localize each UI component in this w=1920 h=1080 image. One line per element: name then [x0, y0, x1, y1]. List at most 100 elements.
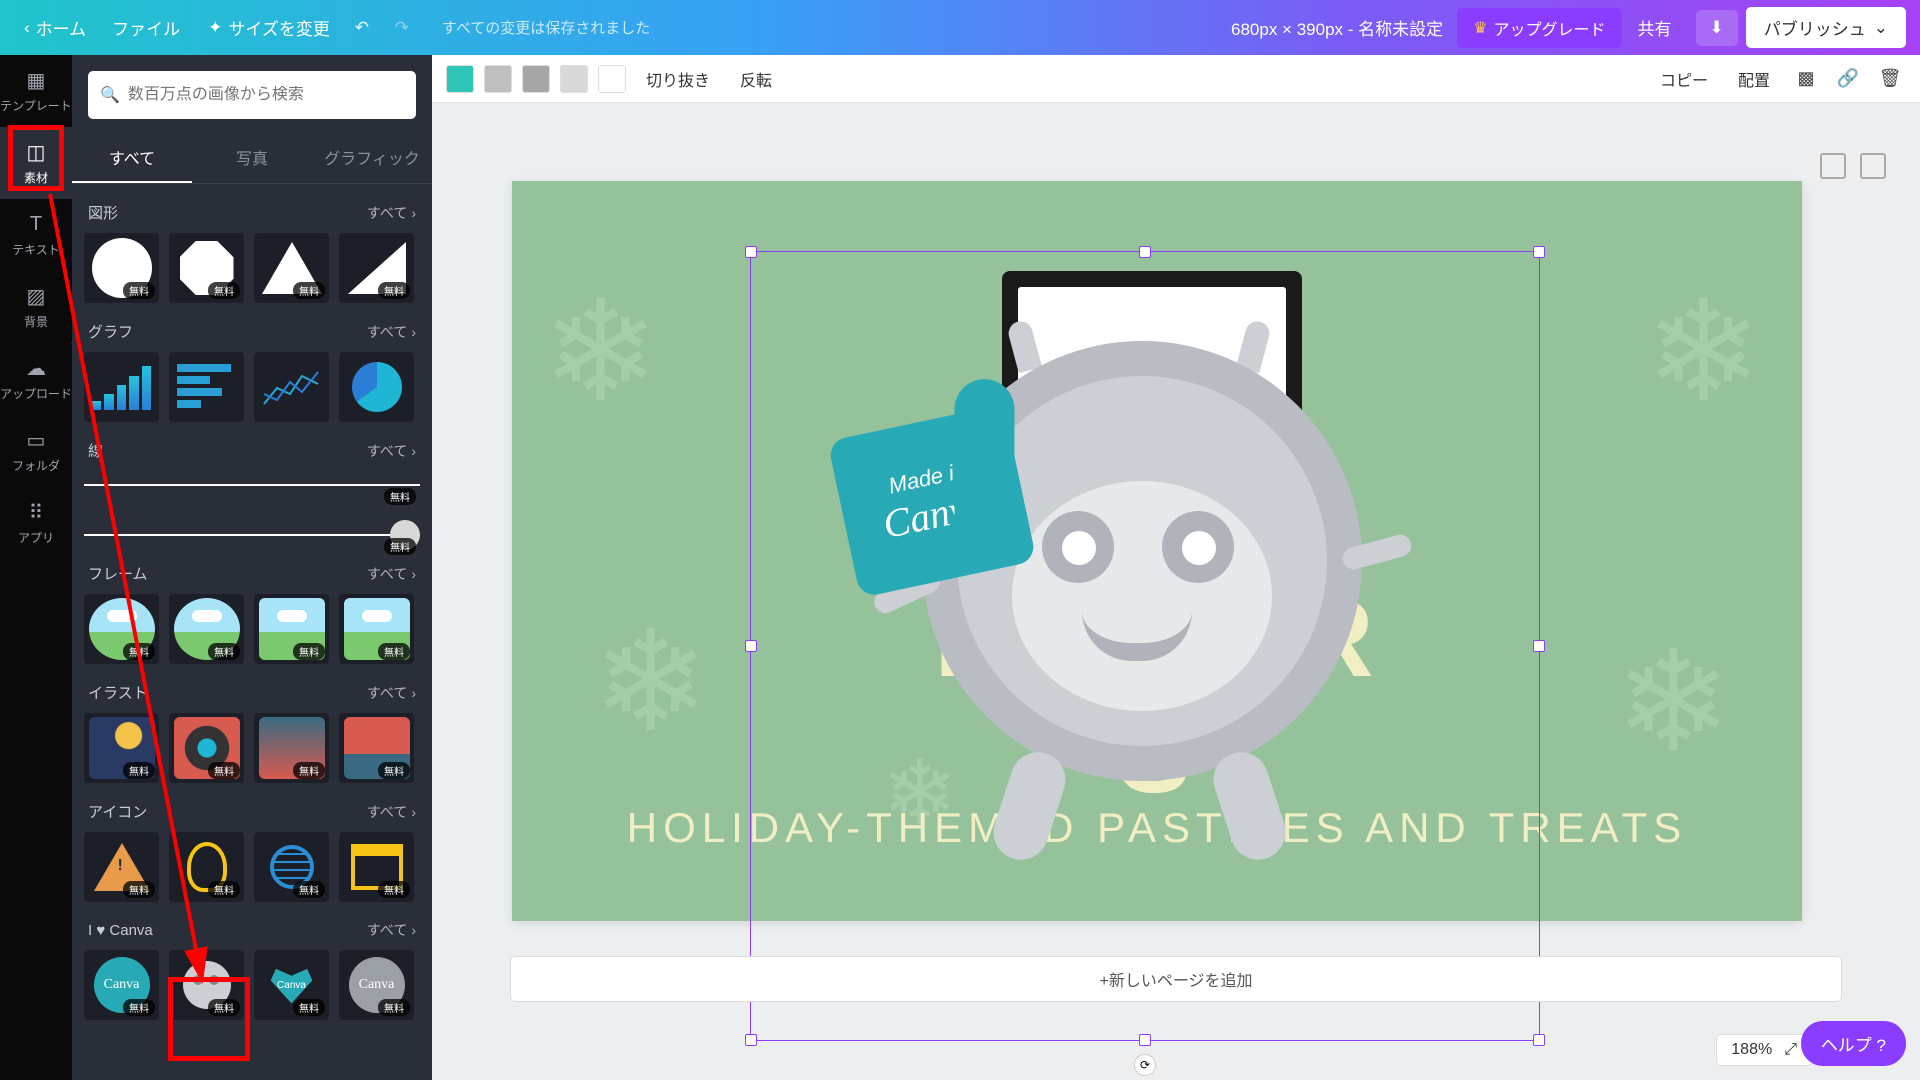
- canva-badge-1[interactable]: Canva無料: [84, 950, 159, 1020]
- icon-globe[interactable]: 無料: [254, 832, 329, 902]
- link-button[interactable]: 🔗: [1832, 63, 1864, 95]
- publish-button[interactable]: パブリッシュ ⌄: [1746, 7, 1906, 48]
- frame-rect-1[interactable]: 無料: [254, 594, 329, 664]
- resize-handle-e[interactable]: [1533, 640, 1545, 652]
- illust-record[interactable]: 無料: [169, 713, 244, 783]
- tab-graphic[interactable]: グラフィック: [312, 135, 432, 183]
- rail-elements[interactable]: ◫ 素材: [0, 127, 72, 199]
- rail-folder[interactable]: ▭ フォルダ: [0, 415, 72, 487]
- chart-line[interactable]: [254, 352, 329, 422]
- free-badge: 無料: [378, 643, 410, 660]
- search-input[interactable]: [128, 86, 404, 104]
- comment-page-icon[interactable]: [1820, 153, 1846, 179]
- color-swatch-5[interactable]: [598, 65, 626, 93]
- apps-icon: ⠿: [24, 501, 48, 525]
- copy-button[interactable]: コピー: [1650, 67, 1718, 91]
- rail-upload[interactable]: ☁ アップロード: [0, 343, 72, 415]
- rail-templates[interactable]: ▦ テンプレート: [0, 55, 72, 127]
- rail-text[interactable]: T テキスト: [0, 199, 72, 271]
- snowflake-icon: ❄: [542, 271, 659, 434]
- delete-button[interactable]: 🗑: [1874, 63, 1906, 95]
- add-page-button[interactable]: +新しいページを追加: [510, 956, 1842, 1002]
- resize-handle-ne[interactable]: [1533, 246, 1545, 258]
- shape-circle[interactable]: 無料: [84, 233, 159, 303]
- help-button[interactable]: ヘルプ ?: [1801, 1021, 1906, 1066]
- monster-graphic[interactable]: Made in Canva: [802, 281, 1482, 961]
- resize-handle-se[interactable]: [1533, 1034, 1545, 1046]
- color-swatch-3[interactable]: [522, 65, 550, 93]
- crown-icon: ♛: [1473, 18, 1487, 38]
- resize-handle-w[interactable]: [745, 640, 757, 652]
- color-swatch-1[interactable]: [446, 65, 474, 93]
- panel-body[interactable]: 図形 すべて › 無料 無料 無料 無料 グラフ すべて › 線 すべて › 無…: [72, 184, 432, 1080]
- chart-hbar[interactable]: [169, 352, 244, 422]
- canva-heart[interactable]: Canva無料: [254, 950, 329, 1020]
- share-button[interactable]: 共有: [1622, 7, 1688, 48]
- color-swatch-2[interactable]: [484, 65, 512, 93]
- search-box[interactable]: 🔍: [88, 71, 416, 119]
- undo-button[interactable]: ↶: [342, 8, 382, 48]
- illust-backpack[interactable]: 無料: [339, 713, 414, 783]
- icon-bulb[interactable]: 無料: [169, 832, 244, 902]
- duplicate-page-icon[interactable]: [1860, 153, 1886, 179]
- resize-menu[interactable]: ✦ サイズを変更: [196, 9, 342, 46]
- download-button[interactable]: ⬇: [1696, 10, 1738, 46]
- shapes-see-all[interactable]: すべて ›: [367, 203, 416, 223]
- publish-label: パブリッシュ: [1764, 15, 1866, 40]
- upgrade-button[interactable]: ♛ アップグレード: [1457, 8, 1621, 48]
- arrange-button[interactable]: 配置: [1728, 67, 1780, 91]
- resize-handle-s[interactable]: [1139, 1034, 1151, 1046]
- expand-icon[interactable]: ⤢: [1784, 1041, 1797, 1059]
- upload-icon: ☁: [24, 357, 48, 381]
- file-menu[interactable]: ファイル: [96, 7, 196, 48]
- zoom-control[interactable]: 188% ⤢: [1716, 1034, 1812, 1066]
- icon-warning[interactable]: !無料: [84, 832, 159, 902]
- crop-button[interactable]: 切り抜き: [636, 67, 720, 91]
- frames-see-all[interactable]: すべて ›: [367, 564, 416, 584]
- illust-moon[interactable]: 無料: [84, 713, 159, 783]
- chart-bar[interactable]: [84, 352, 159, 422]
- rotate-handle[interactable]: ⟳: [1134, 1054, 1156, 1076]
- frame-circle-1[interactable]: 無料: [84, 594, 159, 664]
- flip-button[interactable]: 反転: [730, 67, 782, 91]
- download-icon: ⬇: [1710, 18, 1724, 37]
- icons-see-all[interactable]: すべて ›: [367, 802, 416, 822]
- frame-rect-2[interactable]: 無料: [339, 594, 414, 664]
- chevron-left-icon: ‹: [24, 18, 30, 38]
- home-button[interactable]: ‹ ホーム: [14, 9, 96, 46]
- tab-all[interactable]: すべて: [72, 135, 192, 183]
- canva-monster-thumb[interactable]: 無料: [169, 950, 244, 1020]
- transparency-button[interactable]: ▩: [1790, 63, 1822, 95]
- canvas-page[interactable]: ❄ ❄ ❄ ❄ ❄ DEE ERS HOLIDAY-THEMED PASTRIE…: [512, 181, 1802, 921]
- resize-handle-nw[interactable]: [745, 246, 757, 258]
- line-element-2[interactable]: 無料: [84, 517, 420, 553]
- free-badge: 無料: [123, 643, 155, 660]
- tab-photo[interactable]: 写真: [192, 135, 312, 183]
- section-lines-label: 線: [88, 440, 103, 461]
- lines-see-all[interactable]: すべて ›: [367, 441, 416, 461]
- redo-button[interactable]: ↷: [382, 8, 422, 48]
- section-icons-label: アイコン: [88, 801, 147, 822]
- chart-pie[interactable]: [339, 352, 414, 422]
- doc-dimensions[interactable]: 680px × 390px - 名称未設定: [1231, 15, 1443, 40]
- free-badge: 無料: [123, 282, 155, 299]
- resize-handle-n[interactable]: [1139, 246, 1151, 258]
- frame-circle-2[interactable]: 無料: [169, 594, 244, 664]
- resize-handle-sw[interactable]: [745, 1034, 757, 1046]
- shape-triangle[interactable]: 無料: [254, 233, 329, 303]
- illust-binoculars[interactable]: 無料: [254, 713, 329, 783]
- canva-badge-grey[interactable]: Canva無料: [339, 950, 414, 1020]
- line-element-1[interactable]: 無料: [84, 467, 420, 503]
- canvas-viewport[interactable]: ❄ ❄ ❄ ❄ ❄ DEE ERS HOLIDAY-THEMED PASTRIE…: [432, 103, 1920, 1080]
- color-swatch-4[interactable]: [560, 65, 588, 93]
- shape-octagon[interactable]: 無料: [169, 233, 244, 303]
- transparency-icon: ▩: [1797, 68, 1814, 89]
- rail-background[interactable]: ▨ 背景: [0, 271, 72, 343]
- charts-see-all[interactable]: すべて ›: [367, 322, 416, 342]
- rail-apps[interactable]: ⠿ アプリ: [0, 487, 72, 559]
- shape-right-triangle[interactable]: 無料: [339, 233, 414, 303]
- illust-see-all[interactable]: すべて ›: [367, 683, 416, 703]
- icon-store[interactable]: 無料: [339, 832, 414, 902]
- canva-see-all[interactable]: すべて ›: [367, 920, 416, 940]
- free-badge: 無料: [378, 762, 410, 779]
